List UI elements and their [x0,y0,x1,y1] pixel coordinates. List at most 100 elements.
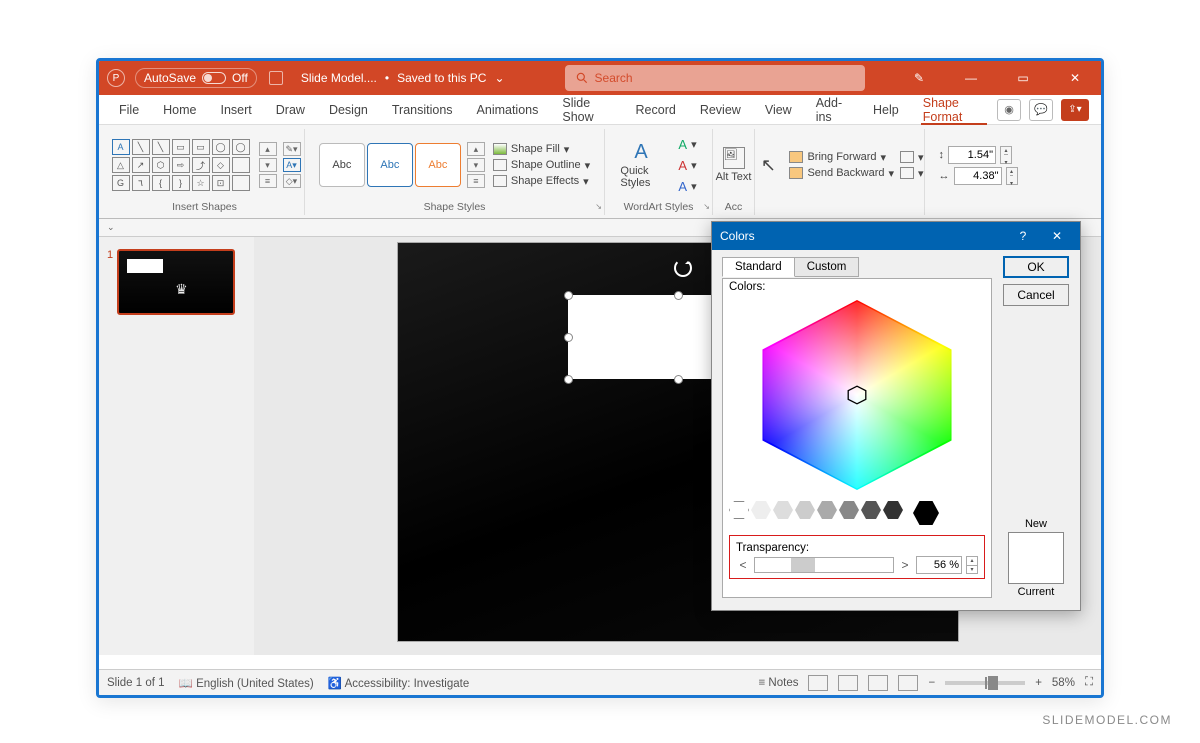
dialog-titlebar[interactable]: Colors ? ✕ [712,222,1080,250]
comments-button[interactable]: 💬 [1029,99,1053,121]
status-bar: Slide 1 of 1 📖 English (United States) ♿… [99,669,1101,695]
transparency-input[interactable] [916,556,962,574]
resize-handle[interactable] [564,375,573,384]
close-button[interactable]: ✕ [1057,65,1093,91]
color-hexagon[interactable] [747,295,967,495]
tab-home[interactable]: Home [151,95,208,124]
tab-shapeformat[interactable]: Shape Format [911,95,997,124]
cancel-button[interactable]: Cancel [1003,284,1069,306]
view-reading-icon[interactable] [868,675,888,691]
tab-standard[interactable]: Standard [722,257,795,277]
shape-tools[interactable]: ✎▾A▾◇▾ [283,142,301,188]
zoom-value[interactable]: 58% [1052,677,1075,689]
bring-forward-button[interactable]: Bring Forward ▾ [789,151,894,164]
resize-handle[interactable] [564,291,573,300]
minimize-button[interactable]: — [953,65,989,91]
group-label-wordart: WordArt Styles [624,201,694,215]
grayscale-row[interactable] [729,501,985,525]
search-box[interactable]: Search [565,65,865,91]
tab-view[interactable]: View [753,95,804,124]
style-scroll[interactable]: ▴▾≡ [467,142,485,188]
current-label: Current [1008,586,1064,598]
tab-custom[interactable]: Custom [794,257,860,277]
tab-slideshow[interactable]: Slide Show [550,95,623,124]
resize-handle[interactable] [674,375,683,384]
alt-text-button[interactable]: 🖼Alt Text [709,147,759,183]
view-sorter-icon[interactable] [838,675,858,691]
tab-draw[interactable]: Draw [264,95,317,124]
rotation-handle-icon[interactable] [674,259,692,277]
align-button[interactable]: ▾ [900,151,924,164]
record-button[interactable]: ◉ [997,99,1021,121]
tab-record[interactable]: Record [624,95,688,124]
dialog-close-button[interactable]: ✕ [1042,224,1072,248]
tab-design[interactable]: Design [317,95,380,124]
tab-review[interactable]: Review [688,95,753,124]
tab-help[interactable]: Help [861,95,911,124]
notes-button[interactable]: ≡ Notes [759,677,799,689]
view-normal-icon[interactable] [808,675,828,691]
language-status[interactable]: 📖 English (United States) [179,676,314,690]
zoom-out-button[interactable]: − [928,677,935,689]
ribbon-tabs: File Home Insert Draw Design Transitions… [99,95,1101,125]
style-preset-3[interactable]: Abc [415,143,461,187]
share-button[interactable]: ⇪▾ [1061,99,1089,121]
tab-transitions[interactable]: Transitions [380,95,465,124]
shape-effects-button[interactable]: Shape Effects ▾ [493,175,590,188]
zoom-slider[interactable] [945,681,1025,685]
shapes-gallery[interactable]: A╲╲▭▭◯◯ △↗⬡⇨⤴◇ G٦{}☆⊡ [109,136,253,194]
transparency-slider[interactable] [754,557,894,573]
view-slideshow-icon[interactable] [898,675,918,691]
ok-button[interactable]: OK [1003,256,1069,278]
send-backward-button[interactable]: Send Backward ▾ [789,167,894,180]
tab-addins[interactable]: Add-ins [804,95,861,124]
group-label-shapes: Insert Shapes [172,201,237,215]
group-button[interactable]: ▾ [900,167,924,180]
slide-thumbnails: 1 ♛ [99,237,254,655]
doc-name: Slide Model.... [301,71,377,85]
tab-animations[interactable]: Animations [465,95,551,124]
pen-icon[interactable]: ✎ [901,65,937,91]
text-outline-button[interactable]: A▾ [678,158,696,173]
accessibility-status[interactable]: ♿ Accessibility: Investigate [328,676,470,690]
slide-thumb-1[interactable]: ♛ [117,249,235,315]
style-preset-2[interactable]: Abc [367,143,413,187]
zoom-in-button[interactable]: + [1035,677,1042,689]
autosave-label: AutoSave [144,71,196,85]
save-icon[interactable] [269,71,283,85]
tab-insert[interactable]: Insert [209,95,264,124]
style-preset-1[interactable]: Abc [319,143,365,187]
maximize-button[interactable]: ▭ [1005,65,1041,91]
tab-file[interactable]: File [107,95,151,124]
quick-styles-button[interactable]: AQuick Styles [620,141,670,189]
text-effects-button[interactable]: A▾ [678,179,696,194]
arrange-cursor-icon[interactable]: ↖ [755,155,781,176]
dialog-launcher-icon[interactable]: ↘ [595,202,602,211]
dialog-launcher-icon[interactable]: ↘ [703,202,710,211]
group-arrange: ↖ Bring Forward ▾ Send Backward ▾ ▾ ▾ [755,129,925,215]
shapes-scroll[interactable]: ▴▾≡ [259,142,277,188]
group-accessibility: 🖼Alt Text Acc [713,129,755,215]
slider-right-arrow[interactable]: > [898,558,912,572]
group-shape-styles: Abc Abc Abc ▴▾≡ Shape Fill ▾ Shape Outli… [305,129,605,215]
width-input[interactable]: ↔ ▴▾ [939,167,1018,185]
slider-thumb-icon[interactable] [791,558,815,572]
shape-outline-button[interactable]: Shape Outline ▾ [493,159,590,172]
watermark: SLIDEMODEL.COM [1042,713,1172,727]
autosave-toggle[interactable]: AutoSave Off [135,68,257,88]
shape-fill-button[interactable]: Shape Fill ▾ [493,143,590,156]
resize-handle[interactable] [564,333,573,342]
dialog-title: Colors [720,229,755,243]
zoom-thumb-icon[interactable] [988,676,998,690]
resize-handle[interactable] [674,291,683,300]
slide-counter[interactable]: Slide 1 of 1 [107,677,165,689]
thumb-shape-icon [127,259,163,273]
fit-button[interactable]: ⛶ [1085,676,1093,689]
transparency-spinner[interactable]: ▴▾ [966,556,978,574]
doc-title-area[interactable]: Slide Model.... • Saved to this PC ⌄ [301,71,505,85]
height-input[interactable]: ↕ ▴▾ [939,146,1018,164]
text-fill-button[interactable]: A▾ [678,137,696,152]
help-button[interactable]: ? [1008,224,1038,248]
chevron-down-icon: ⌄ [494,71,504,85]
slider-left-arrow[interactable]: < [736,558,750,572]
